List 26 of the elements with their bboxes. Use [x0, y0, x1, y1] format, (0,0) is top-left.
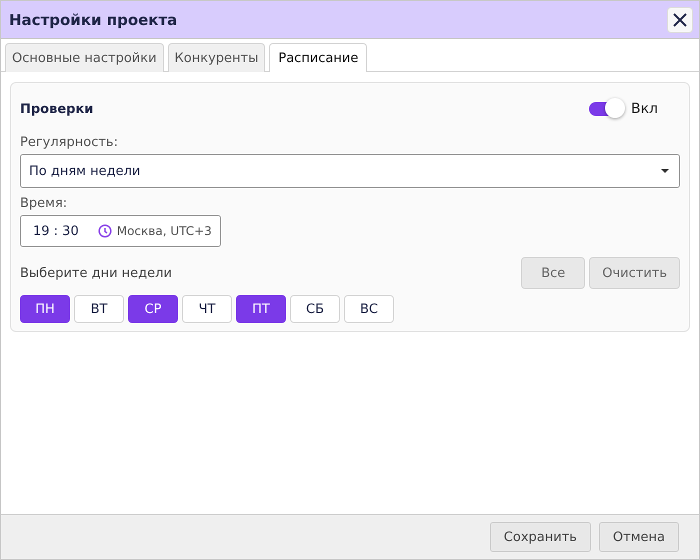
day-button[interactable]: ВС	[344, 295, 394, 323]
action-button[interactable]: Все	[521, 257, 586, 289]
day-button[interactable]: ПН	[20, 295, 70, 323]
save-button[interactable]: Сохранить	[490, 522, 591, 552]
day-button[interactable]: ЧТ	[182, 295, 232, 323]
window-title: Настройки проекта	[9, 10, 178, 28]
section-title: Проверки	[20, 102, 94, 116]
time-field[interactable]: 19 : 30 Москва, UTC+3	[20, 215, 221, 247]
regularity-select[interactable]: По дням недели	[20, 154, 680, 188]
day-button[interactable]: ВТ	[74, 295, 124, 323]
tab[interactable]: Конкуренты	[168, 43, 266, 72]
tab[interactable]: Расписание	[269, 43, 368, 72]
day-button[interactable]: СР	[128, 295, 178, 323]
close-button[interactable]	[667, 6, 693, 32]
cancel-button[interactable]: Отмена	[598, 522, 679, 552]
tab[interactable]: Основные настройки	[5, 43, 164, 72]
caret-icon	[661, 169, 669, 173]
days-label: Выберите дни недели	[20, 266, 172, 280]
toggle-label: Вкл	[630, 101, 658, 117]
field-label: Регулярность:	[20, 135, 119, 150]
action-button[interactable]: Очистить	[589, 257, 680, 289]
day-button[interactable]: СБ	[290, 295, 340, 323]
field-label: Время:	[20, 196, 68, 211]
day-button[interactable]: ПТ	[236, 295, 286, 323]
clock-icon	[98, 224, 112, 238]
close-icon	[673, 12, 687, 26]
